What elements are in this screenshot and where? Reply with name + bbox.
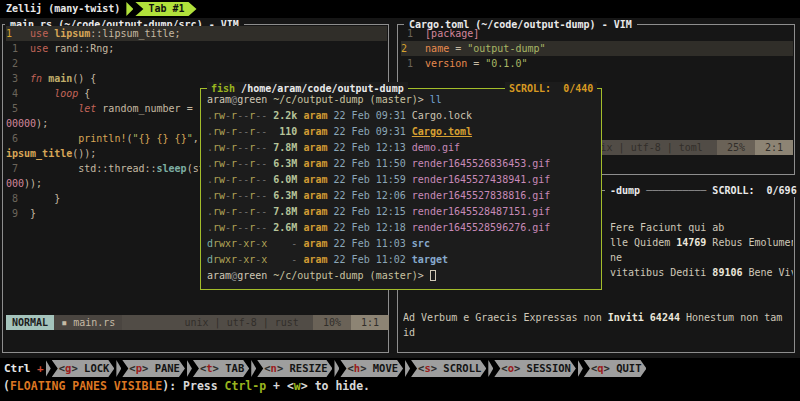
terminal-row: .rw-r--r-- 7.8M aram 22 Feb 12:13 demo.g… — [207, 140, 597, 156]
keybar-item-move[interactable]: <h> MOVE — [340, 360, 403, 377]
tab-arrow-icon — [126, 2, 133, 16]
terminal-row: 1 use lipsum::lipsum_title; — [6, 26, 387, 41]
scroll-indicator-output-dump: SCROLL: 0/696 — [706, 185, 796, 196]
statusline-filename-left: ▪ main.rs — [54, 315, 122, 330]
terminal-row: drwxr-xr-x - aram 22 Feb 11:03 src — [207, 236, 597, 252]
vim-mode-left: NORMAL — [6, 315, 54, 330]
statusline-position-right: 2:1 — [755, 140, 793, 155]
terminal-row: 1 use rand::Rng; — [6, 41, 387, 56]
statusline-percent-left: 10% — [313, 315, 351, 330]
hint-key-ctrl-p: Ctrl-p — [225, 379, 267, 393]
hint-mid: + < — [266, 379, 294, 393]
floating-panes-hint: (FLOATING PANES VISIBLE): Press Ctrl-p +… — [3, 379, 370, 394]
terminal-row: .rw-r--r-- 2.2k aram 22 Feb 09:31 Cargo.… — [207, 108, 597, 124]
keybar-arrow-icon — [334, 360, 339, 377]
keybar-arrow-icon — [488, 360, 493, 377]
keybar-items: <g> LOCK <p> PANE <t> TAB <n> RESIZE <h> MOV… — [44, 362, 647, 374]
terminal-row: 2 — [6, 56, 387, 71]
terminal-row: drwxr-xr-x - aram 22 Feb 11:02 target — [207, 252, 597, 268]
keybar-item-scroll[interactable]: <s> SCROLL — [411, 360, 486, 377]
hint-badge: FLOATING PANES VISIBLE — [10, 379, 162, 393]
terminal-row: 1 version = "0.1.0" — [401, 56, 793, 71]
keybar-prefix: Ctrl — [0, 362, 31, 375]
terminal-row: .rw-r--r-- 7.8M aram 22 Feb 12:15 render… — [207, 204, 597, 220]
keybar-arrow-icon — [578, 360, 583, 377]
line-number: 1 — [401, 58, 425, 69]
line-number: 2 — [6, 58, 30, 69]
terminal-row: .rw-r--r-- 6.3M aram 22 Feb 11:50 render… — [207, 156, 597, 172]
statusline-percent-right: 25% — [717, 140, 755, 155]
session-name: Zellij (many-twist) — [6, 3, 120, 14]
terminal-row: .rw-r--r-- 110 aram 22 Feb 09:31 Cargo.t… — [207, 124, 597, 140]
pane-title-dashes: ────────── — [646, 185, 706, 196]
line-number: 5 — [6, 103, 30, 114]
terminal-row: 2 name = "output-dump" — [401, 41, 793, 56]
tab-1[interactable]: Tab #1 — [135, 2, 196, 16]
keybar-arrow-icon — [251, 360, 256, 377]
hint-close-paren: ): — [162, 379, 183, 393]
hint-end: > to hide. — [301, 379, 370, 393]
keybar-arrow-icon — [405, 360, 410, 377]
line-number: 2 — [401, 43, 425, 54]
line-number: 1 — [6, 43, 30, 54]
hint-open-paren: ( — [3, 379, 10, 393]
editor-cargo-toml[interactable]: 1 [package]2 name = "output-dump" 1 vers… — [401, 26, 793, 71]
keybar-prefix-plus: + — [31, 362, 44, 375]
terminal-row: .rw-r--r-- 2.6M aram 22 Feb 12:18 render… — [207, 220, 597, 236]
line-number: 7 — [6, 163, 30, 174]
statusline-spacer — [122, 315, 184, 330]
hint-press: Press — [183, 379, 225, 393]
terminal-row: aram@green ~/c/output-dump (master)> — [207, 268, 597, 284]
terminal-row: id — [403, 325, 793, 340]
keybar-item-lock[interactable]: <g> LOCK — [52, 360, 115, 377]
terminal-fish[interactable]: aram@green ~/c/output-dump (master)> ll.… — [207, 92, 597, 284]
line-number: 1 — [6, 28, 30, 39]
keybar-arrow-icon — [116, 360, 121, 377]
terminal-row: aram@green ~/c/output-dump (master)> ll — [207, 92, 597, 108]
keybar-arrow-icon — [187, 360, 192, 377]
statusline-fileinfo-right: unix | utf-8 | toml — [588, 140, 702, 155]
keybinding-bar: Ctrl +<g> LOCK<p> PANE<t> TAB<n> RESIZE<… — [0, 360, 800, 377]
line-number: 8 — [6, 193, 30, 204]
keybar-item-quit[interactable]: <q> QUIT — [584, 360, 647, 377]
line-number: 3 — [6, 73, 30, 84]
keybar-item-pane[interactable]: <p> PANE — [122, 360, 185, 377]
keybar-item-tab[interactable]: <t> TAB — [193, 360, 249, 377]
statusline-fileinfo-left: unix | utf-8 | rust — [184, 315, 298, 330]
statusline-main-rs: NORMAL▪ main.rs unix | utf-8 | rust 10%1:1 — [6, 315, 389, 330]
tab-bar: Zellij (many-twist) Tab #1 — [0, 0, 800, 18]
line-number: 1 — [401, 28, 425, 39]
keybar-item-resize[interactable]: <n> RESIZE — [257, 360, 332, 377]
pane-title-fragment: -dump — [610, 185, 646, 196]
terminal-row — [403, 295, 793, 310]
keybar-arrow-icon — [46, 360, 51, 377]
terminal-row: 1 [package] — [401, 26, 793, 41]
zellij-screen: Zellij (many-twist)Tab #1 main.rs (~/cod… — [0, 0, 800, 401]
line-number: 4 — [6, 88, 30, 99]
terminal-row: .rw-r--r-- 6.0M aram 22 Feb 11:59 render… — [207, 172, 597, 188]
line-number: 9 — [6, 208, 30, 219]
statusline-position-left: 1:1 — [351, 315, 389, 330]
pane-title-output-dump: -dump ────────── SCROLL: 0/696 — [605, 184, 800, 197]
keybar-item-session[interactable]: <o> SESSION — [494, 360, 576, 377]
terminal-row: .rw-r--r-- 6.3M aram 22 Feb 12:06 render… — [207, 188, 597, 204]
hint-key-w: w — [294, 379, 301, 393]
terminal-row: Ad Verbum e Graecis Expressas non Inviti… — [403, 310, 793, 325]
line-number: 6 — [6, 133, 30, 144]
